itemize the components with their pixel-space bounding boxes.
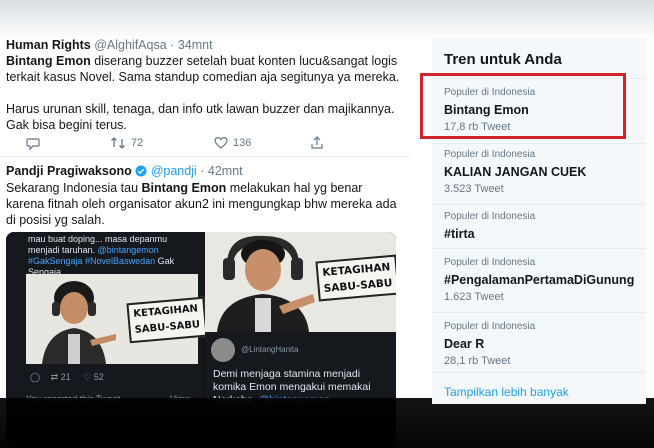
reply-button[interactable]: [26, 136, 40, 150]
share-button[interactable]: [310, 136, 324, 150]
trend-name: KALIAN JANGAN CUEK: [444, 165, 587, 179]
retweet-icon: [111, 137, 125, 149]
embedded-caption-line2: menjadi taruhan.: [28, 245, 98, 255]
tweet-author-name[interactable]: Human Rights: [6, 38, 91, 52]
trend-item[interactable]: Populer di Indonesia #tirta: [444, 211, 644, 242]
trend-item[interactable]: Populer di Indonesia Dear R 28,1 rb Twee…: [444, 321, 644, 368]
like-count: 136: [233, 136, 252, 149]
embedded-reply-icon: ◯: [30, 372, 41, 382]
dot-separator: ·: [200, 164, 205, 178]
embedded-retweet-icon: ⇄: [50, 372, 59, 382]
tweet-time[interactable]: 42mnt: [208, 164, 243, 178]
divider: [432, 372, 646, 373]
embedded-heart-icon: ♡: [83, 372, 92, 382]
trends-title: Tren untuk Anda: [444, 51, 562, 68]
tweet-text: Sekarang Indonesia tau Bintang Emon mela…: [6, 180, 401, 228]
verified-badge-icon: [135, 165, 147, 177]
embedded-like-count: 52: [93, 372, 104, 382]
dot-separator: ·: [170, 38, 175, 52]
divider: [432, 204, 646, 205]
embedded-actions: ◯ ⇄ 21 ♡ 52: [30, 372, 200, 383]
embedded-caption: mau buat doping... masa depanmu menjadi …: [28, 234, 198, 278]
tweet-text-a: Sekarang Indonesia tau: [6, 181, 142, 195]
retweet-count: 72: [131, 137, 144, 149]
tweet-header: Human Rights @AlghifAqsa · 34mnt: [6, 38, 213, 52]
reply-icon: [26, 138, 40, 150]
tweet-actions: 72 136: [26, 136, 326, 152]
tweet-header: Pandji Pragiwaksono @pandji · 42mnt: [6, 164, 243, 178]
highlight-box: [420, 73, 626, 139]
tweet-author-handle[interactable]: @AlghifAqsa: [94, 38, 166, 52]
heart-icon: [214, 137, 228, 149]
embedded-hashtags: #GakSengaja #NovelBaswedan: [28, 256, 156, 266]
sign-ketagihan-right: KETAGIHAN SABU-SABU: [315, 254, 396, 302]
trend-context: Populer di Indonesia: [444, 211, 536, 222]
trend-count: 3.523 Tweet: [444, 183, 504, 195]
retweet-button[interactable]: 72: [110, 136, 143, 150]
tweet-time[interactable]: 34mnt: [178, 38, 213, 52]
tweet-text-b: Harus urunan skill, tenaga, dan info utk…: [6, 102, 395, 132]
embedded-caption-line1: mau buat doping... masa depanmu: [28, 234, 168, 244]
trend-context: Populer di Indonesia: [444, 321, 536, 332]
tweet[interactable]: Human Rights @AlghifAqsa · 34mnt Bintang…: [0, 38, 410, 157]
tweet-highlight: Bintang Emon: [6, 54, 91, 68]
person-photo: [42, 281, 116, 364]
divider: [432, 143, 646, 144]
trend-context: Populer di Indonesia: [444, 257, 536, 268]
right-photo: KETAGIHAN SABU-SABU: [205, 232, 396, 332]
sign-ketagihan-left: KETAGIHAN SABU-SABU: [126, 296, 208, 344]
bottom-dark-overlay: [0, 398, 654, 448]
trend-context: Populer di Indonesia: [444, 149, 536, 160]
divider: [432, 248, 646, 249]
trend-count: 1.623 Tweet: [444, 291, 504, 303]
avatar: [211, 338, 235, 362]
trend-item[interactable]: Populer di Indonesia #PengalamanPertamaD…: [444, 257, 644, 304]
embedded-mention: @bintangemon: [97, 245, 159, 255]
trend-name: #tirta: [444, 227, 475, 241]
tweet-highlight: Bintang Emon: [141, 181, 227, 195]
like-button[interactable]: 136: [214, 136, 251, 149]
embedded-retweet-count: 21: [60, 372, 71, 382]
embedded-photo: KETAGIHAN SABU-SABU: [26, 274, 208, 364]
embedded-handle: @LintangHanita: [241, 345, 299, 354]
share-icon: [311, 136, 323, 149]
top-shade: [0, 0, 654, 40]
tweet-author-handle[interactable]: @pandji: [151, 164, 197, 178]
trend-count: 28,1 rb Tweet: [444, 355, 511, 367]
trend-name: #PengalamanPertamaDiGunung: [444, 273, 635, 287]
timeline: Human Rights @AlghifAqsa · 34mnt Bintang…: [0, 38, 410, 448]
divider: [432, 312, 646, 313]
trend-item[interactable]: Populer di Indonesia KALIAN JANGAN CUEK …: [444, 149, 644, 196]
tweet-author-name[interactable]: Pandji Pragiwaksono: [6, 164, 132, 178]
person-photo: [217, 235, 315, 332]
tweet-text: Bintang Emon diserang buzzer setelah bua…: [6, 53, 401, 149]
show-more-link[interactable]: Tampilkan lebih banyak: [444, 385, 569, 399]
trend-name: Dear R: [444, 337, 485, 351]
